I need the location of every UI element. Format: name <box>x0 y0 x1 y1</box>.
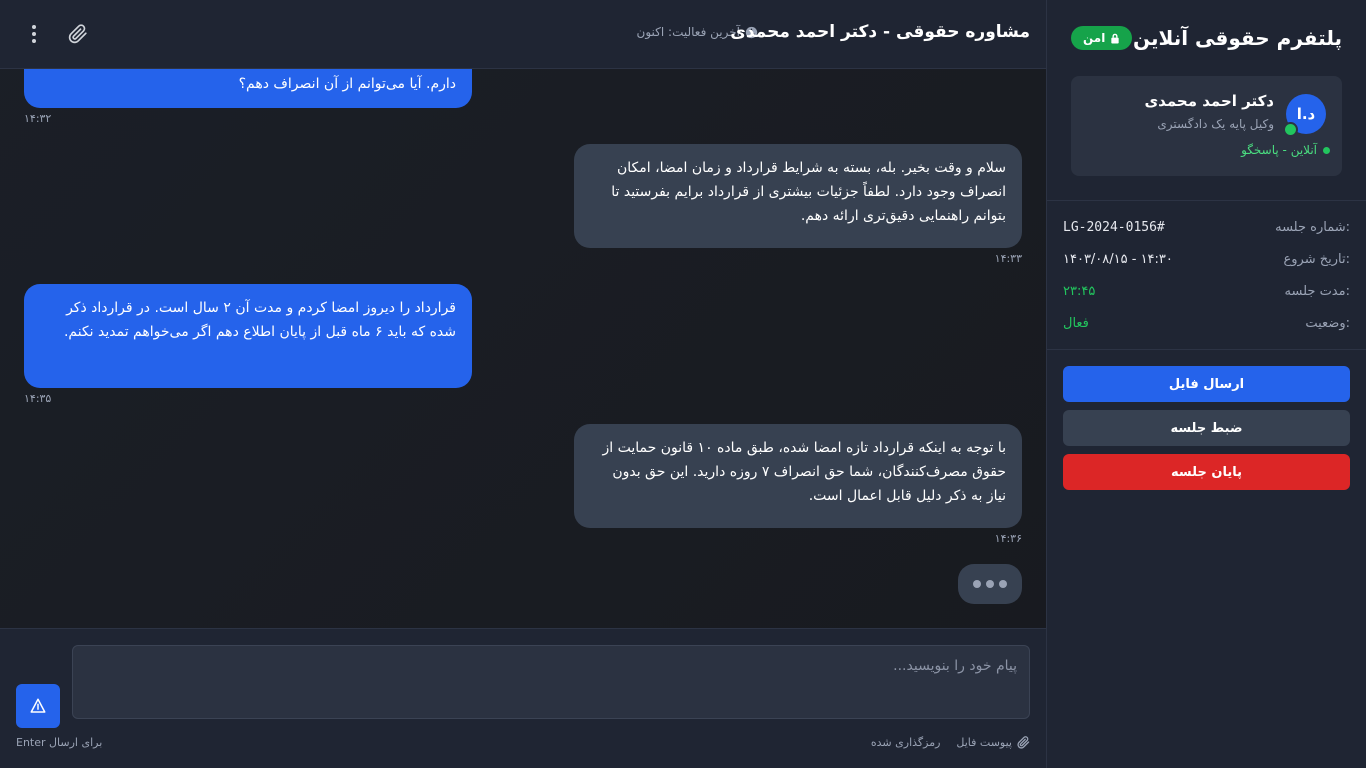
session-id-row: شماره جلسه: LG-2024-0156# <box>1063 211 1350 243</box>
send-button[interactable] <box>16 684 60 728</box>
message-lawyer: با توجه به اینکه قرارداد تازه امضا شده، … <box>574 424 1022 528</box>
attach-label: پیوست فایل <box>956 736 1012 749</box>
avatar-initials: د.ا <box>1296 105 1316 123</box>
message-lawyer: سلام و وقت بخیر. بله، بسته به شرایط قرار… <box>574 144 1022 248</box>
lock-icon <box>1111 33 1120 44</box>
record-session-button[interactable]: ضبط جلسه <box>1063 410 1350 446</box>
message-time: ۱۴:۳۲ <box>24 112 52 125</box>
sidebar: پلتفرم حقوقی آنلاین امن د.ا دکتر احمد مح… <box>1046 0 1366 768</box>
status-dot <box>1323 146 1330 154</box>
secure-badge: امن <box>1071 26 1133 50</box>
more-vertical-icon <box>32 25 36 43</box>
encryption-label: رمزگذاری شده <box>870 736 941 749</box>
attach-button[interactable] <box>64 20 92 48</box>
message-list: دارم. آیا می‌توانم از آن انصراف دهم؟ ۱۴:… <box>0 69 1046 628</box>
chat-title: مشاوره حقوقی - دکتر احمد محمدی <box>730 22 1030 42</box>
message-input[interactable] <box>72 645 1030 719</box>
message-time: ۱۴:۳۳ <box>994 252 1022 265</box>
status-value: فعال <box>1063 315 1089 331</box>
duration-value: ۲۳:۴۵ <box>1063 283 1096 299</box>
message-user: دارم. آیا می‌توانم از آن انصراف دهم؟ <box>24 69 472 108</box>
status-row: وضعیت: فعال <box>1063 307 1350 339</box>
chat-panel: آخرین فعالیت: اکنون مشاوره حقوقی - دکتر … <box>0 0 1046 768</box>
session-id-label: شماره جلسه: <box>1275 219 1350 235</box>
avatar: د.ا <box>1283 94 1326 137</box>
message-time: ۱۴:۳۵ <box>24 392 52 405</box>
more-options-button[interactable] <box>20 20 48 48</box>
typing-dot <box>999 580 1007 588</box>
start-date-row: تاریخ شروع: ۱۴۰۳/۰۸/۱۵ - ۱۴:۳۰ <box>1063 243 1350 275</box>
status-label: وضعیت: <box>1305 315 1350 331</box>
message-text: قرارداد را دیروز امضا کردم و مدت آن ۲ سا… <box>63 300 456 340</box>
typing-dot <box>973 580 981 588</box>
composer: Enter برای ارسال پیوست فایل رمزگذاری شده <box>0 628 1046 768</box>
session-info: شماره جلسه: LG-2024-0156# تاریخ شروع: ۱۴… <box>1047 201 1366 349</box>
session-id-value: LG-2024-0156# <box>1063 219 1165 235</box>
lawyer-status: آنلاین - پاسخگو <box>1241 143 1330 157</box>
paperclip-icon <box>68 24 87 44</box>
start-date-value: ۱۴۰۳/۰۸/۱۵ - ۱۴:۳۰ <box>1063 251 1173 267</box>
send-icon <box>30 698 46 713</box>
chat-header: آخرین فعالیت: اکنون مشاوره حقوقی - دکتر … <box>0 0 1046 69</box>
last-active-text: آخرین فعالیت: اکنون <box>636 25 740 39</box>
platform-title: پلتفرم حقوقی آنلاین <box>1133 26 1342 50</box>
message-text: دارم. آیا می‌توانم از آن انصراف دهم؟ <box>238 76 456 92</box>
message-text: سلام و وقت بخیر. بله، بسته به شرایط قرار… <box>611 160 1006 224</box>
lawyer-title: وکیل پایه یک دادگستری <box>1157 117 1274 131</box>
send-file-button[interactable]: ارسال فایل <box>1063 366 1350 402</box>
attach-file-link[interactable]: پیوست فایل <box>956 736 1030 749</box>
typing-indicator <box>958 564 1022 604</box>
session-actions: ارسال فایل ضبط جلسه پایان جلسه <box>1047 350 1366 506</box>
lawyer-card: د.ا دکتر احمد محمدی وکیل پایه یک دادگستر… <box>1071 76 1342 176</box>
paperclip-icon <box>1017 736 1030 749</box>
message-text: با توجه به اینکه قرارداد تازه امضا شده، … <box>602 440 1006 504</box>
message-user: قرارداد را دیروز امضا کردم و مدت آن ۲ سا… <box>24 284 472 388</box>
secure-badge-label: امن <box>1083 31 1106 45</box>
duration-label: مدت جلسه: <box>1284 283 1350 299</box>
online-status-indicator <box>1283 122 1298 137</box>
duration-row: مدت جلسه: ۲۳:۴۵ <box>1063 275 1350 307</box>
typing-dot <box>986 580 994 588</box>
composer-footer: پیوست فایل رمزگذاری شده <box>871 736 1030 749</box>
message-time: ۱۴:۳۶ <box>994 532 1022 545</box>
enter-hint: Enter برای ارسال <box>16 736 103 749</box>
start-date-label: تاریخ شروع: <box>1283 251 1351 267</box>
sidebar-header: پلتفرم حقوقی آنلاین امن <box>1047 0 1366 76</box>
lawyer-status-text: آنلاین - پاسخگو <box>1241 143 1317 157</box>
end-session-button[interactable]: پایان جلسه <box>1063 454 1350 490</box>
lawyer-name: دکتر احمد محمدی <box>1144 92 1274 110</box>
